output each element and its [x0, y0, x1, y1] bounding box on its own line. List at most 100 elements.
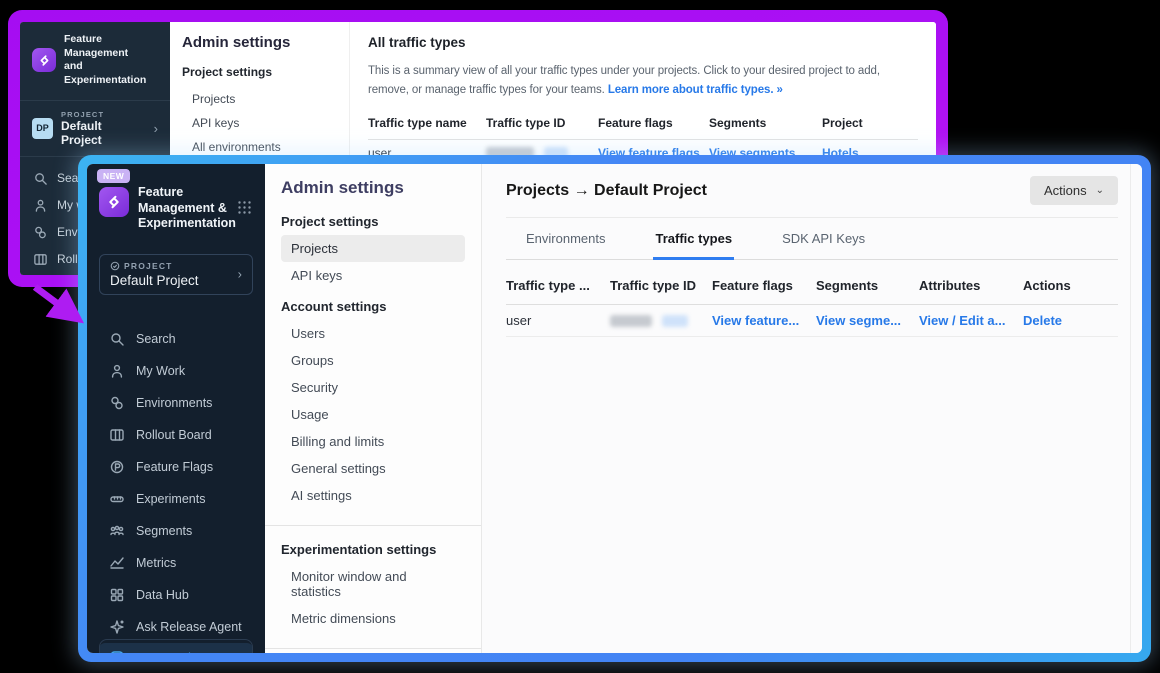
sidebar-item-metrics[interactable]: Metrics — [87, 547, 265, 579]
project-name: Default Project — [61, 119, 146, 147]
project-icon — [110, 261, 120, 271]
sidebar-item-experiments[interactable]: Experiments — [87, 483, 265, 515]
scroll-gutter-divider — [1130, 164, 1131, 653]
sidebar-item-label: Environments — [136, 396, 212, 410]
sidebar-item-label: Data Hub — [136, 588, 189, 602]
redacted-id — [610, 315, 652, 327]
environments-icon — [109, 395, 125, 411]
app-name-line1: Feature — [138, 185, 183, 199]
col-header-project: Project — [822, 116, 918, 130]
tab-traffic-types[interactable]: Traffic types — [653, 218, 734, 260]
col-header-traffic-type-id: Traffic type ID — [610, 278, 712, 293]
col-header-actions: Actions — [1023, 278, 1118, 293]
admin-item-api-keys[interactable]: API keys — [281, 262, 465, 289]
project-label: PROJECT — [61, 110, 146, 119]
cell-traffic-type-name: user — [506, 313, 610, 328]
section-header-experimentation-settings: Experimentation settings — [281, 542, 465, 557]
admin-item-projects[interactable]: Projects — [182, 87, 337, 111]
app-switcher-grid-icon[interactable] — [237, 200, 252, 220]
project-badge: DP — [32, 118, 53, 139]
feature-flags-icon — [109, 459, 125, 475]
chevron-down-icon: ⌄ — [1096, 185, 1104, 196]
sidebar-bottom-panel — [99, 639, 253, 653]
admin-settings-title: Admin settings — [281, 178, 465, 198]
sidebar-item-label: Search — [136, 332, 176, 346]
app-name-line2: and Experimentation — [64, 60, 146, 86]
user-icon — [33, 198, 48, 213]
divider — [265, 648, 481, 649]
admin-item-security[interactable]: Security — [281, 374, 465, 401]
sidebar-item-label: Metrics — [136, 556, 176, 570]
tab-bar: Environments Traffic types SDK API Keys — [506, 218, 1118, 260]
table-row: user View feature... View segme... View … — [506, 305, 1118, 337]
sidebar-item-feature-flags[interactable]: Feature Flags — [87, 451, 265, 483]
rollout-board-icon — [33, 252, 48, 267]
traffic-types-table: Traffic type ... Traffic type ID Feature… — [506, 266, 1118, 337]
view-feature-flags-link[interactable]: View feature... — [712, 313, 799, 328]
sidebar-item-label: Ask Release Agent — [136, 620, 242, 634]
sidebar-item-my-work[interactable]: My Work — [87, 355, 265, 387]
search-icon — [33, 171, 48, 186]
actions-button[interactable]: Actions ⌄ — [1030, 176, 1118, 205]
app-name-line3: Experimentation — [138, 216, 236, 230]
learn-more-link[interactable]: Learn more about traffic types. » — [608, 84, 783, 96]
app-name-line2: Management & — [138, 201, 227, 215]
front-window: NEW Feature Management & Experimentation — [87, 164, 1142, 653]
admin-item-metric-dimensions[interactable]: Metric dimensions — [281, 605, 465, 632]
admin-item-general-settings[interactable]: General settings — [281, 455, 465, 482]
project-switcher[interactable]: PROJECT Default Project › — [99, 254, 253, 295]
sidebar-item-rollout-board[interactable]: Rollout Board — [87, 419, 265, 451]
page-description: This is a summary view of all your traff… — [368, 62, 918, 99]
front-sidebar: NEW Feature Management & Experimentation — [87, 164, 265, 653]
section-header-project-settings: Project settings — [182, 65, 337, 79]
chevron-right-icon: › — [154, 121, 158, 136]
environments-icon — [33, 225, 48, 240]
section-header-account-settings: Account settings — [281, 299, 465, 314]
sidebar-item-data-hub[interactable]: Data Hub — [87, 579, 265, 611]
admin-item-usage[interactable]: Usage — [281, 401, 465, 428]
data-hub-icon — [109, 587, 125, 603]
project-name: Default Project — [110, 273, 242, 288]
section-header-project-settings: Project settings — [281, 214, 465, 229]
front-main-content: Projects → Default Project Actions ⌄ Env… — [482, 164, 1142, 653]
sidebar-item-label: My Work — [136, 364, 185, 378]
desktop-background: Feature Management and Experimentation D… — [0, 0, 1160, 673]
admin-item-users[interactable]: Users — [281, 320, 465, 347]
app-logo-icon — [32, 48, 56, 72]
admin-item-ai-settings[interactable]: AI settings — [281, 482, 465, 509]
delete-link[interactable]: Delete — [1023, 313, 1062, 328]
col-header-traffic-type-id: Traffic type ID — [486, 116, 598, 130]
admin-item-groups[interactable]: Groups — [281, 347, 465, 374]
admin-item-projects[interactable]: Projects — [281, 235, 465, 262]
admin-settings-title: Admin settings — [182, 34, 337, 51]
search-icon — [109, 331, 125, 347]
col-header-feature-flags: Feature flags — [598, 116, 709, 130]
sidebar-item-segments[interactable]: Segments — [87, 515, 265, 547]
tab-environments[interactable]: Environments — [524, 218, 607, 260]
project-label: PROJECT — [124, 261, 173, 271]
actions-button-label: Actions — [1044, 183, 1087, 198]
main-header: Projects → Default Project Actions ⌄ — [506, 164, 1118, 218]
col-header-segments: Segments — [816, 278, 919, 293]
segments-icon — [109, 523, 125, 539]
admin-item-api-keys[interactable]: API keys — [182, 111, 337, 135]
view-segments-link[interactable]: View segme... — [816, 313, 901, 328]
sidebar-item-environments[interactable]: Environments — [87, 387, 265, 419]
sparkle-icon — [109, 619, 125, 635]
col-header-traffic-type-name: Traffic type ... — [506, 278, 610, 293]
sidebar-item-search[interactable]: Search — [87, 323, 265, 355]
redacted-badge — [662, 315, 688, 327]
col-header-traffic-type-name: Traffic type name — [368, 116, 486, 130]
sidebar-item-label: Experiments — [136, 492, 205, 506]
metrics-icon — [109, 555, 125, 571]
admin-item-billing-and-limits[interactable]: Billing and limits — [281, 428, 465, 455]
table-header-row: Traffic type ... Traffic type ID Feature… — [506, 266, 1118, 305]
tab-sdk-api-keys[interactable]: SDK API Keys — [780, 218, 867, 260]
view-edit-attributes-link[interactable]: View / Edit a... — [919, 313, 1005, 328]
front-sidebar-nav: Search My Work Environments Rollout Boar… — [87, 323, 265, 653]
cell-traffic-type-id — [610, 315, 712, 327]
table-header-row: Traffic type name Traffic type ID Featur… — [368, 108, 918, 140]
sidebar-item-label: Feature Flags — [136, 460, 213, 474]
project-switcher[interactable]: DP PROJECT Default Project › — [20, 101, 170, 156]
admin-item-monitor-window[interactable]: Monitor window and statistics — [281, 563, 465, 605]
